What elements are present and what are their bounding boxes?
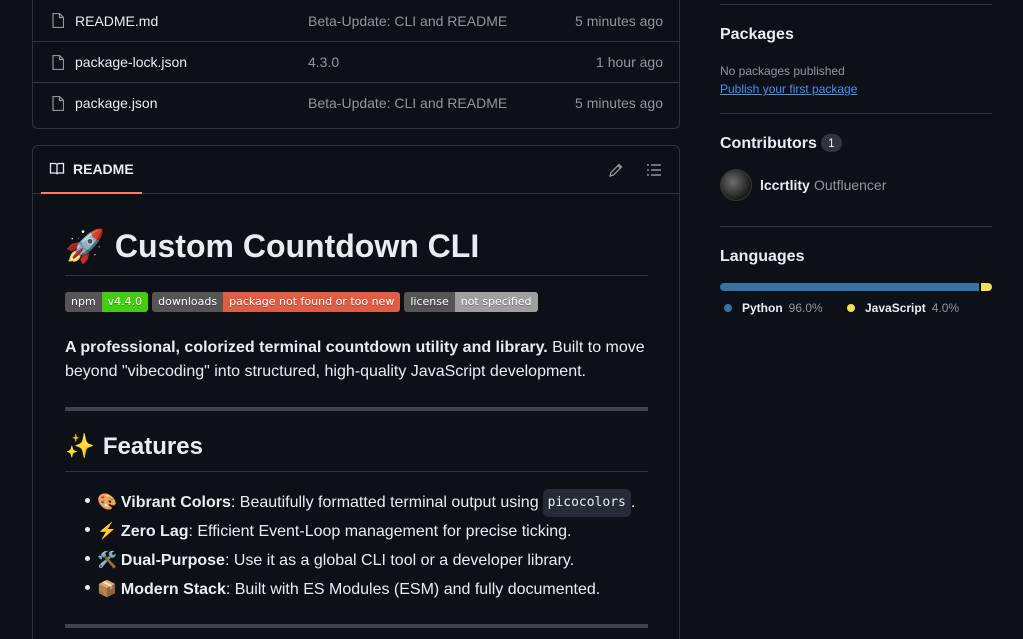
commit-message[interactable]: Beta-Update: CLI and README — [308, 95, 507, 111]
list-item: 🛠️ Dual-Purpose : Use it as a global CLI… — [85, 546, 657, 575]
commit-time: 5 minutes ago — [575, 12, 663, 29]
languages-title: Languages — [720, 248, 805, 265]
file-row[interactable]: README.md Beta-Update: CLI and README 5 … — [33, 0, 679, 41]
language-item-javascript[interactable]: JavaScript 4.0% — [847, 301, 959, 315]
tab-readme-label: README — [73, 161, 134, 177]
feature-text: : Efficient Event-Loop management for pr… — [188, 522, 572, 540]
downloads-badge[interactable]: downloads package not found or too new — [152, 292, 401, 312]
file-name[interactable]: package.json — [75, 95, 158, 111]
language-percent: 4.0% — [931, 301, 960, 315]
badge-value: not specified — [454, 292, 538, 312]
packages-empty-text: No packages published — [720, 64, 845, 78]
divider — [65, 407, 648, 411]
badge-label: npm — [65, 292, 102, 312]
contributors-count: 1 — [821, 134, 842, 152]
divider — [65, 624, 648, 628]
file-icon — [52, 54, 64, 70]
avatar[interactable] — [720, 169, 752, 201]
divider — [720, 4, 992, 5]
features-list: 🎨 Vibrant Colors : Beautifully formatted… — [85, 488, 657, 604]
intro-paragraph: A professional, colorized terminal count… — [65, 336, 648, 384]
pencil-icon[interactable] — [608, 162, 624, 178]
publish-package-link[interactable]: Publish your first package — [720, 82, 857, 96]
readme-title-text: Custom Countdown CLI — [114, 228, 480, 264]
outline-list-icon[interactable] — [646, 162, 662, 178]
list-item: ⚡ Zero Lag : Efficient Event-Loop manage… — [85, 517, 657, 546]
feature-name: Vibrant Colors — [120, 493, 231, 511]
intro-bold: A professional, colorized terminal count… — [65, 339, 548, 356]
inline-code: picocolors — [542, 488, 631, 517]
sparkles-icon: ✨ — [65, 433, 95, 460]
tools-icon: 🛠️ — [97, 551, 117, 569]
feature-name: Modern Stack — [120, 580, 226, 598]
language-bar-javascript — [981, 283, 992, 291]
commit-message[interactable]: 4.3.0 — [308, 54, 339, 70]
npm-badge[interactable]: npm v4.4.0 — [65, 292, 149, 312]
badge-label: license — [404, 292, 455, 312]
feature-text: : Beautifully formatted terminal output … — [230, 493, 539, 511]
list-item: 📦 Modern Stack : Built with ES Modules (… — [85, 575, 657, 604]
feature-name: Zero Lag — [120, 522, 189, 540]
license-badge[interactable]: license not specified — [404, 292, 538, 312]
readme-panel: README 🚀 Custom Countdown CLI npm v4.4.0… — [32, 145, 680, 639]
file-icon — [52, 13, 64, 28]
palette-icon: 🎨 — [97, 493, 117, 511]
language-name: Python — [742, 301, 783, 315]
file-row[interactable]: package.json Beta-Update: CLI and README… — [33, 82, 679, 123]
lightning-icon: ⚡ — [97, 522, 117, 540]
divider — [720, 113, 992, 114]
file-row[interactable]: package-lock.json 4.3.0 1 hour ago — [33, 41, 679, 82]
contributor-username[interactable]: lccrtlity — [760, 177, 810, 193]
divider — [720, 226, 992, 227]
feature-name: Dual-Purpose — [120, 551, 225, 569]
badge-value: package not found or too new — [223, 292, 401, 312]
language-item-python[interactable]: Python 96.0% — [724, 301, 823, 315]
features-heading-text: Features — [102, 433, 203, 460]
file-list: README.md Beta-Update: CLI and README 5 … — [32, 0, 680, 129]
readme-header: README — [33, 146, 679, 194]
file-name[interactable]: README.md — [75, 13, 158, 29]
feature-text-end: . — [630, 493, 636, 511]
feature-text: : Built with ES Modules (ESM) and fully … — [225, 580, 601, 598]
file-icon — [52, 95, 64, 111]
python-dot-icon — [724, 304, 732, 312]
language-name: JavaScript — [865, 301, 926, 315]
javascript-dot-icon — [847, 304, 855, 312]
badge-value: v4.4.0 — [101, 292, 149, 312]
file-name[interactable]: package-lock.json — [75, 54, 187, 70]
language-percent: 96.0% — [788, 301, 823, 315]
features-heading: ✨ Features — [65, 432, 648, 472]
feature-text: : Use it as a global CLI tool or a devel… — [224, 551, 575, 569]
commit-time: 1 hour ago — [596, 54, 663, 70]
badge-label: downloads — [152, 292, 224, 312]
language-bar — [720, 283, 992, 291]
book-icon — [49, 162, 65, 175]
commit-time: 5 minutes ago — [575, 95, 663, 111]
contributors-title[interactable]: Contributors — [720, 135, 817, 153]
badge-row: npm v4.4.0 downloads package not found o… — [65, 292, 538, 312]
rocket-icon: 🚀 — [65, 228, 105, 264]
language-bar-python — [720, 283, 980, 291]
package-icon: 📦 — [97, 580, 117, 598]
tab-readme[interactable]: README — [41, 146, 142, 194]
readme-title: 🚀 Custom Countdown CLI — [65, 228, 648, 276]
contributor-name: Outfluencer — [814, 177, 887, 193]
list-item: 🎨 Vibrant Colors : Beautifully formatted… — [85, 488, 657, 517]
commit-message[interactable]: Beta-Update: CLI and README — [308, 13, 507, 29]
packages-title[interactable]: Packages — [720, 26, 794, 44]
